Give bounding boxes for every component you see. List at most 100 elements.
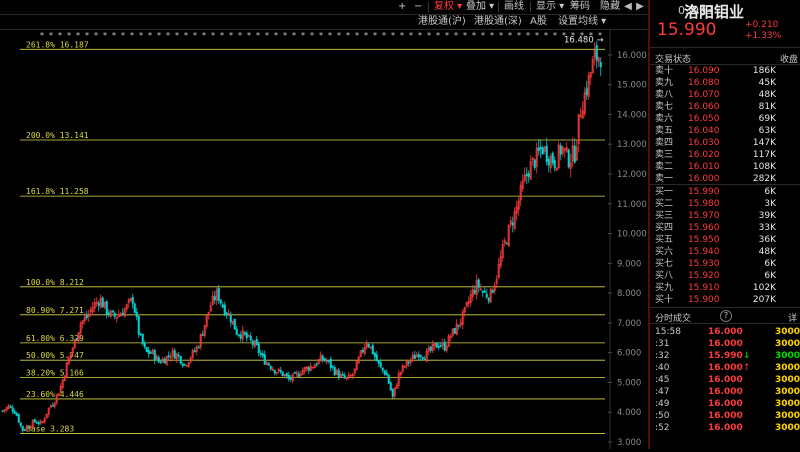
tab-hk-connect-sh[interactable]: 港股通(沪) — [418, 15, 466, 29]
tick-time: :52 — [655, 423, 670, 433]
candle-body — [343, 375, 346, 379]
bid-row[interactable]: 买五 15.950 36K — [655, 234, 798, 246]
candle-body — [391, 388, 394, 397]
market-filter-bar: 港股通(沪) 港股通(深) A股 设置均线 ▾ — [0, 15, 648, 30]
ask-row[interactable]: 卖九 16.080 45K — [655, 77, 798, 89]
candle-body — [477, 279, 480, 288]
ask-row[interactable]: 卖六 16.050 69K — [655, 113, 798, 125]
level-price: 15.920 — [688, 271, 720, 281]
ask-row[interactable]: 卖三 16.020 117K — [655, 149, 798, 161]
zoom-out-button[interactable]: − — [414, 0, 422, 14]
hide-button[interactable]: 隐藏 — [600, 0, 620, 14]
zoom-in-button[interactable]: + — [398, 0, 406, 14]
ask-row[interactable]: 卖八 16.070 48K — [655, 89, 798, 101]
level-price: 15.910 — [688, 283, 720, 293]
bid-row[interactable]: 买十 15.900 207K — [655, 294, 798, 306]
level-label: 买九 — [655, 283, 674, 293]
level-label: 买十 — [655, 295, 674, 305]
divider — [650, 47, 800, 48]
candle-body — [279, 370, 282, 373]
fuquan-button[interactable]: 复权 ▾ — [434, 0, 462, 14]
overlay-button[interactable]: 叠加 ▾ — [466, 0, 494, 14]
tick-volume: 3000 — [775, 423, 800, 433]
candle-body — [435, 342, 438, 348]
tab-a-share[interactable]: A股 — [530, 15, 547, 29]
kline-chart[interactable]: * * * * * * * * * * * * * * * * * * * * * * * * * * * * * * * * * * * * * * * *… — [0, 30, 648, 449]
event-marker: * — [85, 31, 89, 40]
level-price: 16.040 — [688, 126, 720, 136]
event-marker: * — [175, 31, 179, 40]
event-marker: * — [58, 31, 62, 40]
candle-body — [439, 345, 442, 347]
level-label: 卖六 — [655, 114, 674, 124]
ask-row[interactable]: 卖四 16.030 147K — [655, 137, 798, 149]
level-volume: 3K — [764, 199, 776, 209]
bid-row[interactable]: 买一 15.990 6K — [655, 186, 798, 198]
candle-body — [105, 301, 108, 315]
chips-button[interactable]: 筹码 — [570, 0, 590, 14]
candle-body — [527, 173, 530, 178]
ma-settings-button[interactable]: 设置均线 ▾ — [558, 15, 606, 29]
candle-body — [381, 367, 384, 371]
candle-body — [201, 334, 204, 336]
level-volume: 102K — [752, 283, 776, 293]
candle-body — [547, 158, 550, 166]
candle-body — [505, 242, 508, 245]
help-icon[interactable]: ? — [720, 310, 732, 322]
event-marker: * — [517, 31, 521, 40]
candle-body — [153, 350, 156, 361]
expand-right-icon[interactable]: ▶ — [634, 1, 646, 13]
event-marker: * — [112, 31, 116, 40]
event-marker: * — [508, 31, 512, 40]
bid-row[interactable]: 买八 15.920 6K — [655, 270, 798, 282]
bid-row[interactable]: 买三 15.970 39K — [655, 210, 798, 222]
bid-row[interactable]: 买七 15.930 6K — [655, 258, 798, 270]
ask-row[interactable]: 卖二 16.010 108K — [655, 161, 798, 173]
level-volume: 48K — [758, 90, 776, 100]
collapse-left-icon[interactable]: ◀ — [622, 1, 634, 13]
divider — [650, 323, 800, 324]
candle-body — [537, 147, 540, 152]
event-marker: * — [481, 31, 485, 40]
candle-body — [331, 365, 334, 368]
y-tick-label: 5.000 — [617, 378, 641, 388]
level-label: 买三 — [655, 211, 674, 221]
candle-body — [541, 147, 544, 155]
display-button[interactable]: 显示 ▾ — [536, 0, 564, 14]
tick-time: :50 — [655, 411, 670, 421]
candle-body — [573, 145, 576, 163]
candle-body — [323, 358, 326, 362]
event-marker: * — [391, 31, 395, 40]
level-label: 卖二 — [655, 162, 674, 172]
candle-body — [379, 362, 382, 368]
level-label: 卖十 — [655, 66, 674, 76]
ask-row[interactable]: 卖七 16.060 81K — [655, 101, 798, 113]
bid-row[interactable]: 买二 15.980 3K — [655, 198, 798, 210]
bid-row[interactable]: 买九 15.910 102K — [655, 282, 798, 294]
candle-body — [97, 302, 100, 306]
bid-row[interactable]: 买六 15.940 48K — [655, 246, 798, 258]
candle-body — [487, 297, 490, 302]
candle-body — [485, 293, 488, 298]
draw-line-button[interactable]: 画线 — [504, 0, 524, 14]
candle-body — [423, 358, 426, 361]
candle-body — [159, 361, 162, 364]
level-volume: 33K — [758, 223, 776, 233]
level-label: 买五 — [655, 235, 674, 245]
event-marker: * — [310, 31, 314, 40]
candle-body — [333, 367, 336, 376]
level-price: 16.060 — [688, 102, 720, 112]
ask-row[interactable]: 卖十 16.090 186K — [655, 65, 798, 77]
candle-body — [567, 149, 570, 168]
y-tick-label: 4.000 — [617, 408, 641, 418]
tab-hk-connect-sz[interactable]: 港股通(深) — [474, 15, 522, 29]
level-price: 15.930 — [688, 259, 720, 269]
event-marker: * — [454, 31, 458, 40]
event-marker: * — [148, 31, 152, 40]
candle-body — [85, 315, 88, 319]
candle-body — [139, 333, 142, 336]
event-marker: * — [121, 31, 125, 40]
change-amount: +0.210 — [745, 20, 779, 30]
ask-row[interactable]: 卖五 16.040 63K — [655, 125, 798, 137]
bid-row[interactable]: 买四 15.960 33K — [655, 222, 798, 234]
